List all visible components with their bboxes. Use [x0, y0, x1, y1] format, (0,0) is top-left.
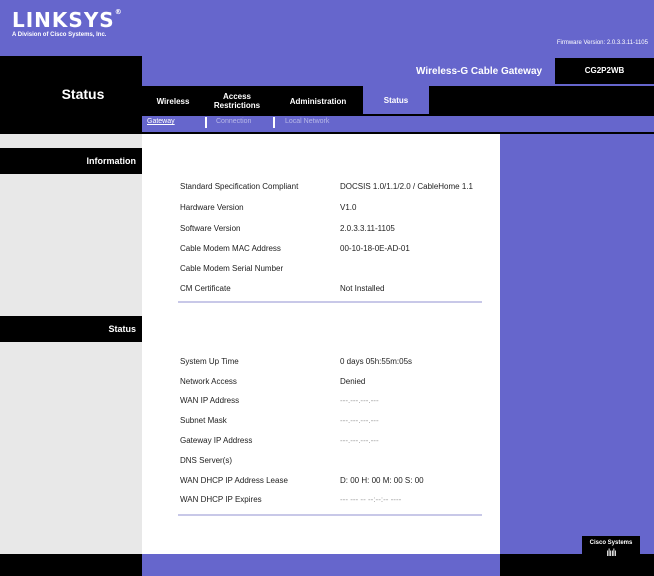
- footer-center: [142, 554, 500, 576]
- subtab-local-network[interactable]: Local Network: [285, 118, 329, 125]
- status-value: 0 days 05h:55m:05s: [340, 357, 413, 366]
- subtab-connection[interactable]: Connection: [216, 118, 251, 125]
- status-label: Subnet Mask: [180, 416, 227, 425]
- status-value: ---.---.---.---: [340, 396, 379, 405]
- section-divider: [178, 514, 482, 516]
- section-divider: [178, 301, 482, 303]
- status-value: D: 00 H: 00 M: 00 S: 00: [340, 476, 424, 485]
- section-header-status: Status: [0, 316, 142, 342]
- tab-status[interactable]: Status: [363, 86, 429, 114]
- subtab-gateway[interactable]: Gateway: [147, 118, 175, 125]
- info-value: Not Installed: [340, 284, 385, 293]
- cisco-bridge-icon: ılıılı: [606, 548, 617, 559]
- info-label: Cable Modem Serial Number: [180, 264, 284, 273]
- page-title: Status: [61, 86, 105, 102]
- info-label: Hardware Version: [180, 203, 244, 212]
- linksys-logo: LINKSYS®: [12, 8, 123, 32]
- content-panel: [142, 134, 500, 554]
- left-panel: [0, 134, 142, 554]
- status-label: WAN DHCP IP Expires: [180, 495, 262, 504]
- info-value: DOCSIS 1.0/1.1/2.0 / CableHome 1.1: [340, 182, 473, 191]
- info-value: 00-10-18-0E-AD-01: [340, 244, 410, 253]
- info-label: Standard Specification Compliant: [180, 182, 299, 191]
- info-label: Software Version: [180, 224, 241, 233]
- tab-wireless[interactable]: Wireless: [146, 86, 200, 116]
- tab-access-restrictions[interactable]: Access Restrictions: [206, 86, 268, 116]
- right-panel: [500, 134, 654, 554]
- info-label: Cable Modem MAC Address: [180, 244, 281, 253]
- section-header-information: Information: [0, 148, 142, 174]
- info-label: CM Certificate: [180, 284, 231, 293]
- status-value: ---.---.---.---: [340, 416, 379, 425]
- status-value: --- --- -- --:--:-- ----: [340, 495, 402, 504]
- info-value: 2.0.3.3.11-1105: [340, 224, 395, 233]
- subtab-separator: [273, 117, 275, 128]
- status-label: Network Access: [180, 377, 237, 386]
- logo-subtitle: A Division of Cisco Systems, Inc.: [12, 32, 107, 38]
- firmware-version: Firmware Version: 2.0.3.3.11-1105: [556, 40, 648, 46]
- cisco-logo: Cisco Systems ılıılı: [582, 536, 640, 570]
- status-label: WAN DHCP IP Address Lease: [180, 476, 288, 485]
- tab-administration[interactable]: Administration: [280, 86, 356, 116]
- info-value: V1.0: [340, 203, 357, 212]
- status-label: WAN IP Address: [180, 396, 240, 405]
- product-name: Wireless-G Cable Gateway: [416, 66, 543, 77]
- status-value: ---.---.---.---: [340, 436, 379, 445]
- subtab-separator: [205, 117, 207, 128]
- status-label: Gateway IP Address: [180, 436, 253, 445]
- model-number: CG2P2WB: [555, 58, 654, 84]
- status-value: Denied: [340, 377, 366, 386]
- status-label: System Up Time: [180, 357, 239, 366]
- status-label: DNS Server(s): [180, 456, 233, 465]
